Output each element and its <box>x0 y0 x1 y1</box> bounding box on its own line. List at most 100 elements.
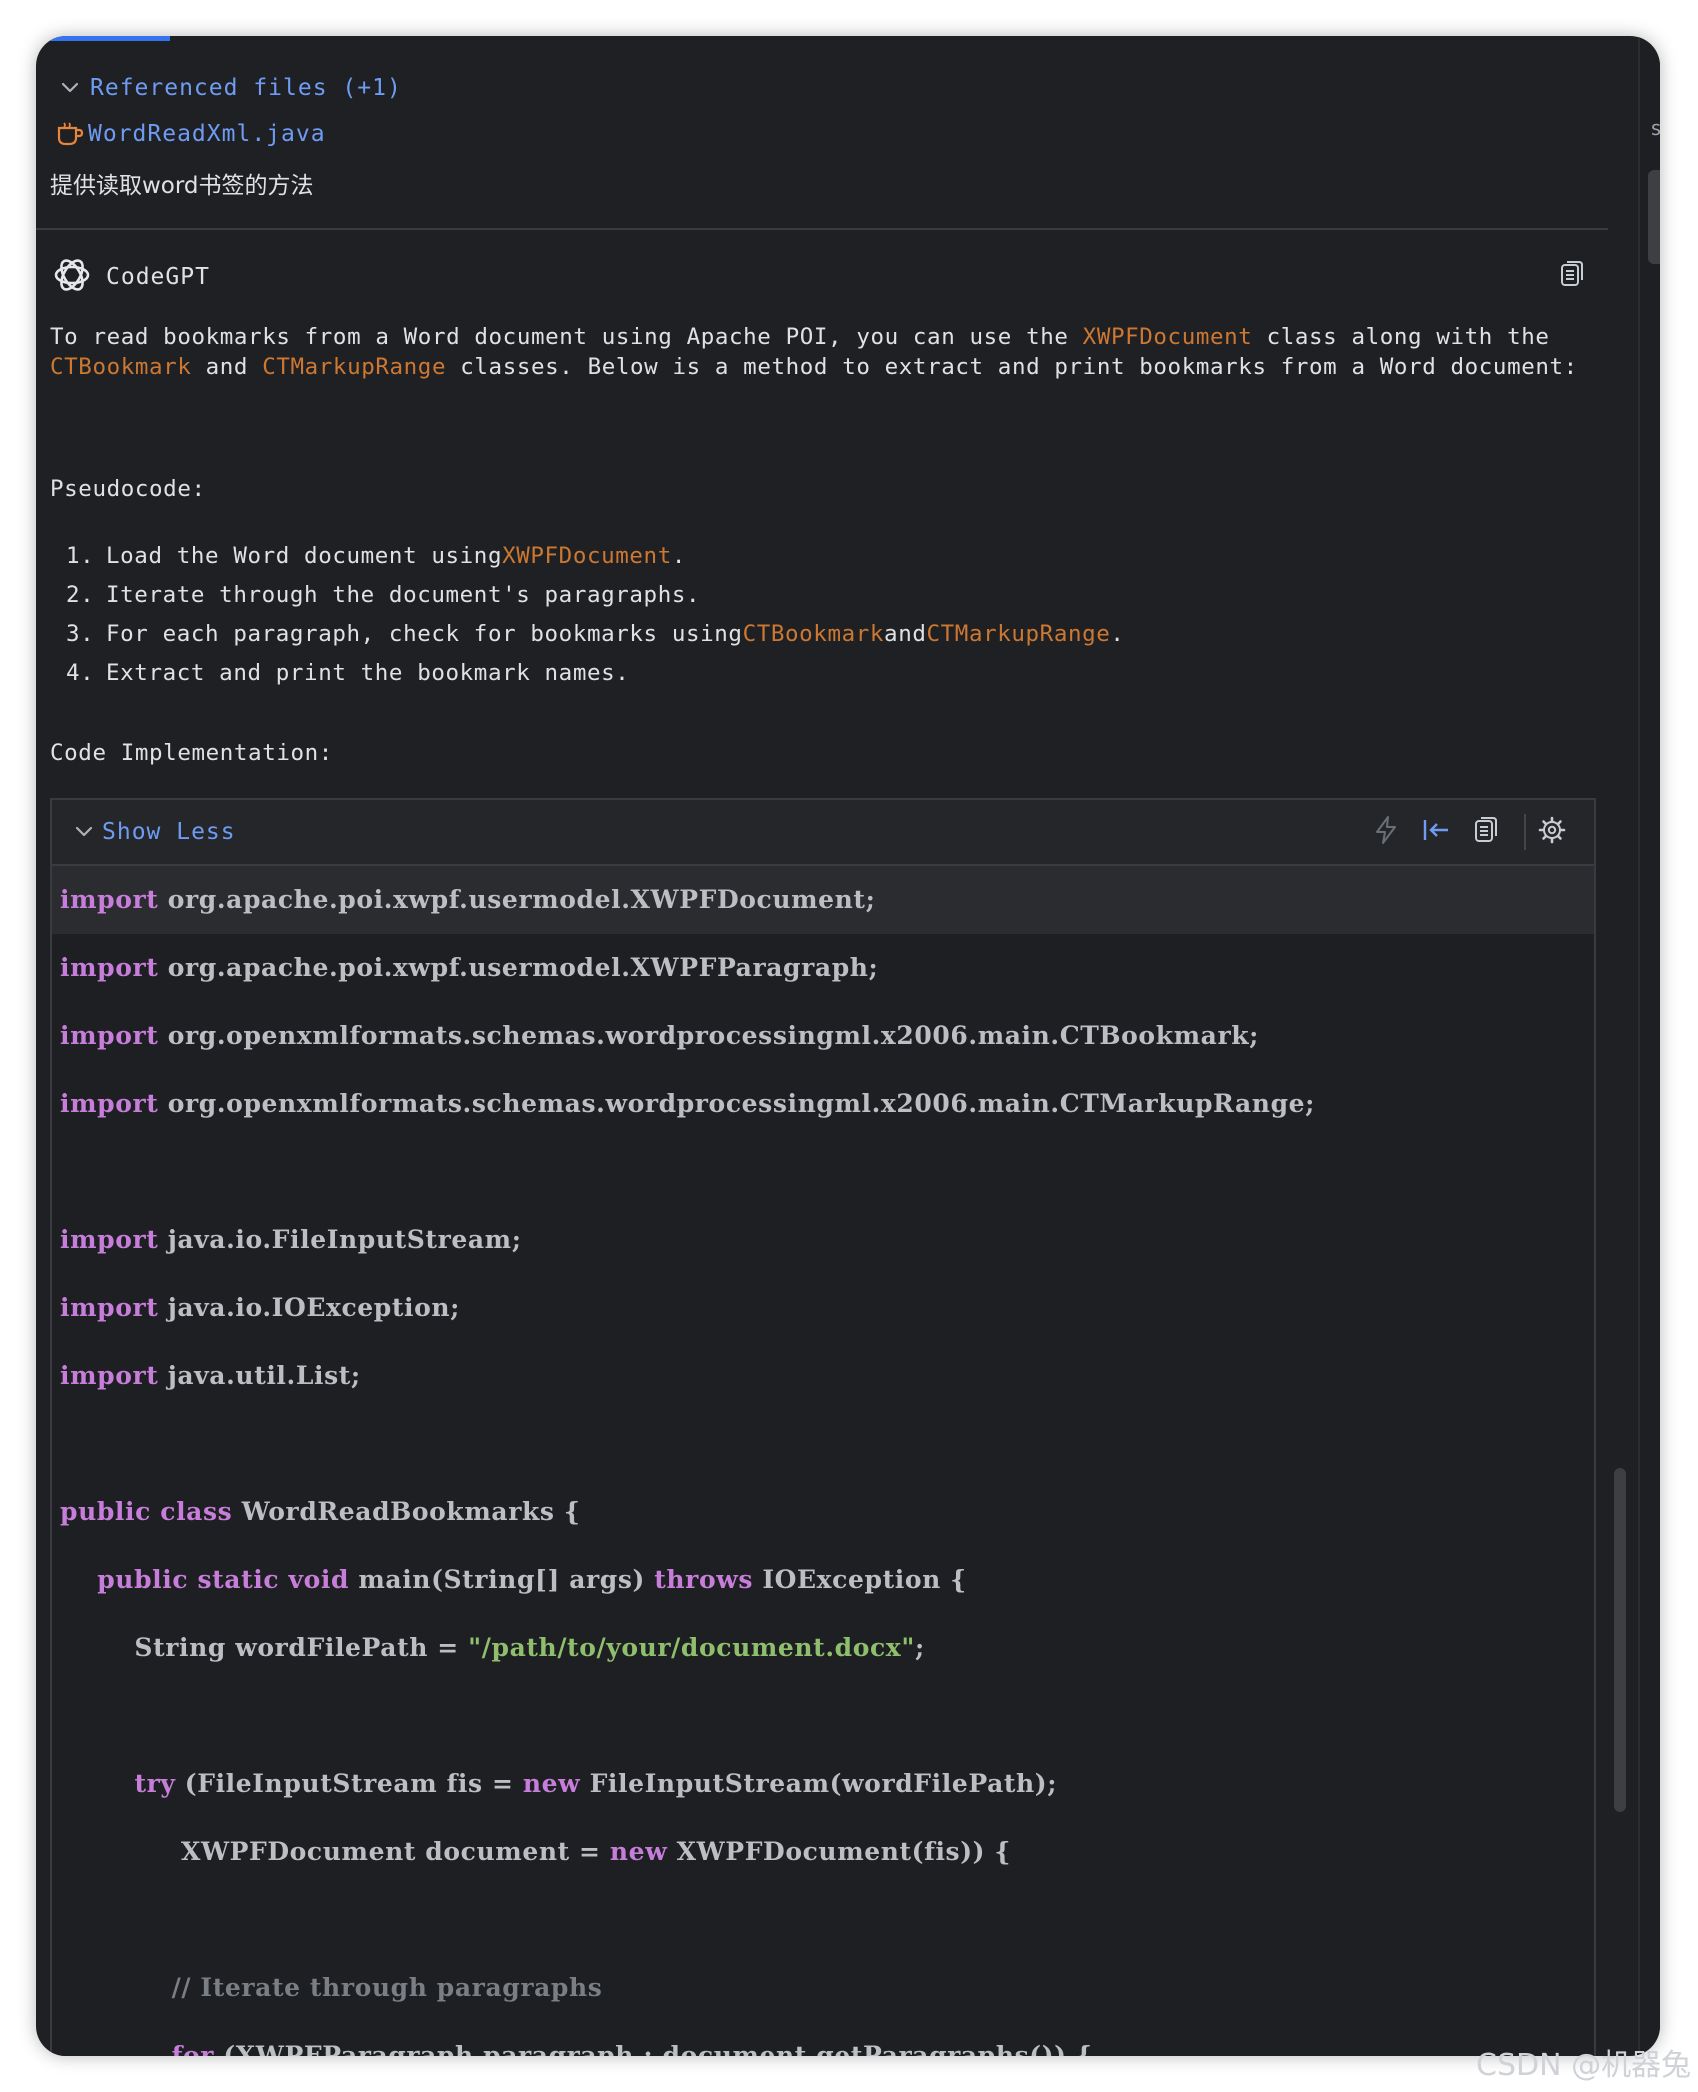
referenced-files-toggle[interactable]: Referenced files (+1) <box>50 68 402 108</box>
step-text: and <box>884 620 927 647</box>
code-body[interactable]: import org.apache.poi.xwpf.usermodel.XWP… <box>52 866 1594 2056</box>
code-line: import org.openxmlformats.schemas.wordpr… <box>52 1070 1594 1138</box>
arrow-left-bar-icon <box>1422 817 1450 847</box>
assistant-intro-paragraph: To read bookmarks from a Word document u… <box>50 322 1610 382</box>
code-token: XWPFDocument document = <box>60 1837 610 1866</box>
copy-code-button[interactable] <box>1466 812 1506 852</box>
code-token: java.io.IOException; <box>158 1293 461 1322</box>
replace-code-button[interactable] <box>1416 812 1456 852</box>
code-token: org.apache.poi.xwpf.usermodel.XWPFDocume… <box>158 885 876 914</box>
pseudocode-steps: 1. Load the Word document using XWPFDocu… <box>66 536 1606 692</box>
code-keyword: new <box>609 1837 668 1866</box>
step-number: 1. <box>66 542 95 569</box>
step-number: 3. <box>66 620 95 647</box>
step-text: Iterate through the document's paragraph… <box>106 581 701 608</box>
openai-logo-icon <box>50 253 94 301</box>
code-block-header: Show Less <box>52 800 1594 866</box>
side-strip-scroll-thumb[interactable] <box>1648 170 1660 264</box>
code-token: org.openxmlformats.schemas.wordprocessin… <box>158 1021 1260 1050</box>
inline-code: CTBookmark <box>742 620 885 647</box>
code-settings-button[interactable] <box>1532 812 1572 852</box>
referenced-file-link[interactable]: WordReadXml.java <box>52 114 326 154</box>
code-line: // Iterate through paragraphs <box>52 1954 1594 2022</box>
code-keyword: import <box>60 1021 159 1050</box>
code-keyword: new <box>522 1769 581 1798</box>
code-token: java.util.List; <box>158 1361 361 1390</box>
list-item: 4. Extract and print the bookmark names. <box>66 653 1606 692</box>
chevron-down-icon <box>66 812 102 852</box>
code-implementation-label: Code Implementation: <box>50 740 333 766</box>
code-scrollbar-thumb[interactable] <box>1614 1468 1626 1812</box>
inline-code: CTMarkupRange <box>262 354 447 380</box>
step-number: 4. <box>66 659 95 686</box>
code-string: "/path/to/your/document.docx" <box>468 1633 915 1662</box>
code-keyword: public class <box>60 1497 233 1526</box>
referenced-files-label: Referenced files (+1) <box>90 75 402 101</box>
code-keyword: import <box>60 885 159 914</box>
gear-icon <box>1537 815 1567 849</box>
code-line: import org.apache.poi.xwpf.usermodel.XWP… <box>52 934 1594 1002</box>
code-token: IOException { <box>753 1565 967 1594</box>
copy-message-button[interactable] <box>1552 256 1592 296</box>
java-cup-icon <box>52 114 88 154</box>
code-token: XWPFDocument(fis)) { <box>667 1837 1012 1866</box>
code-line: import java.io.FileInputStream; <box>52 1206 1594 1274</box>
step-text: Load the Word document using <box>106 542 503 569</box>
pseudocode-label: Pseudocode: <box>50 476 206 502</box>
code-line: XWPFDocument document = new XWPFDocument… <box>52 1818 1594 1886</box>
code-keyword: public static void <box>97 1565 350 1594</box>
step-number: 2. <box>66 581 95 608</box>
side-tool-strip: s <box>1640 36 1660 2056</box>
code-keyword: try <box>134 1769 176 1798</box>
code-keyword: import <box>60 1225 159 1254</box>
chevron-down-icon <box>50 68 90 108</box>
intro-text: and <box>191 354 263 380</box>
copy-icon <box>1473 816 1499 848</box>
intro-text: To read bookmarks from a Word document u… <box>50 324 1083 350</box>
intro-text: classes. Below is a method to extract an… <box>446 354 1578 380</box>
code-keyword: throws <box>654 1565 754 1594</box>
assistant-header: CodeGPT <box>50 254 210 300</box>
code-keyword: for <box>171 2041 215 2056</box>
intro-text: class along with the <box>1252 324 1550 350</box>
assistant-name: CodeGPT <box>106 264 210 290</box>
insert-code-button[interactable] <box>1366 812 1406 852</box>
loading-progress <box>36 36 170 41</box>
code-line: public class WordReadBookmarks { <box>52 1478 1594 1546</box>
code-token: main(String[] args) <box>349 1565 655 1594</box>
show-less-toggle[interactable]: Show Less <box>66 800 236 864</box>
message-divider <box>36 228 1608 230</box>
code-keyword: import <box>60 1089 159 1118</box>
step-text: . <box>1110 620 1125 647</box>
code-token: FileInputStream(wordFilePath); <box>580 1769 1058 1798</box>
code-line: String wordFilePath = "/path/to/your/doc… <box>52 1614 1594 1682</box>
code-keyword: import <box>60 953 159 982</box>
code-line: import org.openxmlformats.schemas.wordpr… <box>52 1002 1594 1070</box>
inline-code: XWPFDocument <box>502 542 672 569</box>
code-token: java.io.FileInputStream; <box>158 1225 522 1254</box>
code-keyword: import <box>60 1361 159 1390</box>
code-token: WordReadBookmarks { <box>232 1497 581 1526</box>
step-text: For each paragraph, check for bookmarks … <box>106 620 743 647</box>
code-token: ; <box>914 1633 925 1662</box>
code-token: (XWPFParagraph paragraph : document.getP… <box>214 2041 1093 2056</box>
step-text: Extract and print the bookmark names. <box>106 659 630 686</box>
code-token: org.apache.poi.xwpf.usermodel.XWPFParagr… <box>158 953 879 982</box>
side-strip-glyph: s <box>1650 116 1660 140</box>
code-line: public static void main(String[] args) t… <box>52 1546 1594 1614</box>
code-line: import java.util.List; <box>52 1342 1594 1410</box>
code-line: import org.apache.poi.xwpf.usermodel.XWP… <box>52 866 1594 934</box>
code-comment: // Iterate through paragraphs <box>171 1973 603 2002</box>
code-block: Show Less import org.apache.poi.xwpf.use… <box>50 798 1596 2056</box>
code-line: try (FileInputStream fis = new FileInput… <box>52 1750 1594 1818</box>
inline-code: CTBookmark <box>50 354 192 380</box>
list-item: 2. Iterate through the document's paragr… <box>66 575 1606 614</box>
copy-icon <box>1559 260 1585 292</box>
code-token: String wordFilePath = <box>60 1633 469 1662</box>
